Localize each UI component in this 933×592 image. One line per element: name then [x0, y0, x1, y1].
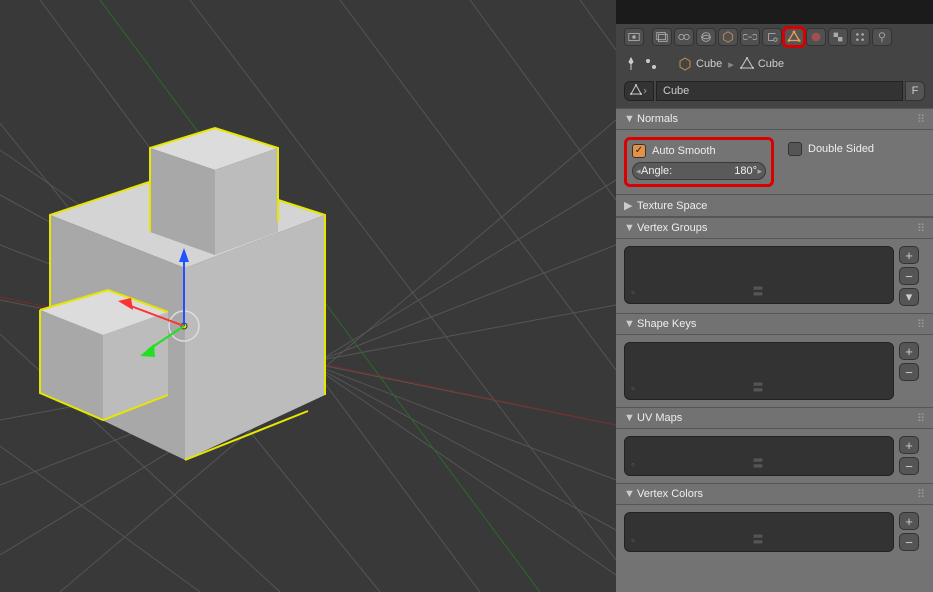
- constraints-tab[interactable]: [740, 28, 760, 46]
- vertex-colors-header[interactable]: ▼ Vertex Colors ⠿: [616, 483, 933, 505]
- disclosure-right-icon: ▶: [624, 199, 633, 212]
- render-tab[interactable]: [624, 28, 644, 46]
- double-sided-checkbox[interactable]: [788, 142, 802, 156]
- list-resize-icon[interactable]: 〓: [753, 283, 766, 299]
- context-icon: [644, 57, 658, 71]
- 3d-viewport[interactable]: [0, 0, 616, 592]
- list-expand-icon[interactable]: ◦: [631, 535, 635, 547]
- properties-sidebar: Cube ▸ Cube F ▼ Normals ⠿ Auto Smooth: [616, 0, 933, 592]
- uv-maps-header[interactable]: ▼ UV Maps ⠿: [616, 407, 933, 429]
- vertex-colors-list[interactable]: ◦ 〓: [624, 512, 894, 552]
- angle-label: Angle:: [641, 165, 672, 177]
- vg-remove-button[interactable]: −: [899, 267, 919, 285]
- object-data-tab[interactable]: [784, 28, 804, 46]
- auto-smooth-label: Auto Smooth: [652, 145, 716, 157]
- breadcrumb-data[interactable]: Cube: [740, 57, 784, 71]
- vertex-groups-list[interactable]: ◦ 〓: [624, 246, 894, 304]
- vc-remove-button[interactable]: −: [899, 533, 919, 551]
- sk-add-button[interactable]: +: [899, 342, 919, 360]
- disclosure-down-icon: ▼: [624, 113, 633, 125]
- panel-grip-icon[interactable]: ⠿: [917, 412, 925, 425]
- breadcrumb-sep: ▸: [728, 58, 734, 71]
- normals-header[interactable]: ▼ Normals ⠿: [616, 108, 933, 130]
- uv-remove-button[interactable]: −: [899, 457, 919, 475]
- shape-keys-header[interactable]: ▼ Shape Keys ⠿: [616, 313, 933, 335]
- auto-smooth-checkbox[interactable]: [632, 144, 646, 158]
- angle-field[interactable]: ◂ Angle: 180° ▸: [632, 162, 766, 180]
- scene-tab[interactable]: [674, 28, 694, 46]
- list-resize-icon[interactable]: 〓: [753, 531, 766, 547]
- datablock-name-row: F: [616, 77, 933, 108]
- panel-grip-icon[interactable]: ⠿: [917, 488, 925, 501]
- object-tab[interactable]: [718, 28, 738, 46]
- uv-maps-title: UV Maps: [637, 412, 682, 424]
- uv-add-button[interactable]: +: [899, 436, 919, 454]
- breadcrumb: Cube ▸ Cube: [616, 51, 933, 77]
- shape-keys-title: Shape Keys: [637, 318, 696, 330]
- double-sided-label: Double Sided: [808, 143, 874, 155]
- vertex-colors-title: Vertex Colors: [637, 488, 703, 500]
- vg-add-button[interactable]: +: [899, 246, 919, 264]
- list-expand-icon[interactable]: ◦: [631, 459, 635, 471]
- angle-value: 180°: [734, 165, 757, 177]
- disclosure-down-icon: ▼: [624, 488, 633, 500]
- normals-title: Normals: [637, 113, 678, 125]
- list-resize-icon[interactable]: 〓: [753, 379, 766, 395]
- decrement-icon[interactable]: ◂: [636, 166, 641, 177]
- disclosure-down-icon: ▼: [624, 412, 633, 424]
- vertex-groups-header[interactable]: ▼ Vertex Groups ⠿: [616, 217, 933, 239]
- modifiers-tab[interactable]: [762, 28, 782, 46]
- panel-grip-icon[interactable]: ⠿: [917, 222, 925, 235]
- disclosure-down-icon: ▼: [624, 222, 633, 234]
- datablock-name-input[interactable]: [656, 81, 903, 101]
- fake-user-button[interactable]: F: [905, 81, 925, 101]
- list-expand-icon[interactable]: ◦: [631, 287, 635, 299]
- properties-tabs: [616, 24, 933, 51]
- texture-space-header[interactable]: ▶ Texture Space: [616, 194, 933, 217]
- disclosure-down-icon: ▼: [624, 318, 633, 330]
- texture-tab[interactable]: [828, 28, 848, 46]
- increment-icon[interactable]: ▸: [757, 166, 762, 177]
- shape-keys-list[interactable]: ◦ 〓: [624, 342, 894, 400]
- auto-smooth-highlight: Auto Smooth ◂ Angle: 180° ▸: [624, 137, 774, 187]
- panel-grip-icon[interactable]: ⠿: [917, 318, 925, 331]
- vc-add-button[interactable]: +: [899, 512, 919, 530]
- list-resize-icon[interactable]: 〓: [753, 455, 766, 471]
- pin-icon[interactable]: [624, 57, 638, 71]
- world-tab[interactable]: [696, 28, 716, 46]
- uv-maps-list[interactable]: ◦ 〓: [624, 436, 894, 476]
- particles-tab[interactable]: [850, 28, 870, 46]
- panel-grip-icon[interactable]: ⠿: [917, 113, 925, 126]
- breadcrumb-data-label: Cube: [758, 58, 784, 70]
- breadcrumb-object[interactable]: Cube: [678, 57, 722, 71]
- header-spacer: [616, 0, 933, 24]
- texture-space-title: Texture Space: [637, 200, 707, 212]
- vg-specials-button[interactable]: ▾: [899, 288, 919, 306]
- breadcrumb-object-label: Cube: [696, 58, 722, 70]
- list-expand-icon[interactable]: ◦: [631, 383, 635, 395]
- material-tab[interactable]: [806, 28, 826, 46]
- datablock-browse[interactable]: [624, 81, 654, 101]
- fake-user-label: F: [912, 85, 919, 97]
- vertex-groups-title: Vertex Groups: [637, 222, 707, 234]
- physics-tab[interactable]: [872, 28, 892, 46]
- sk-remove-button[interactable]: −: [899, 363, 919, 381]
- render-layers-tab[interactable]: [652, 28, 672, 46]
